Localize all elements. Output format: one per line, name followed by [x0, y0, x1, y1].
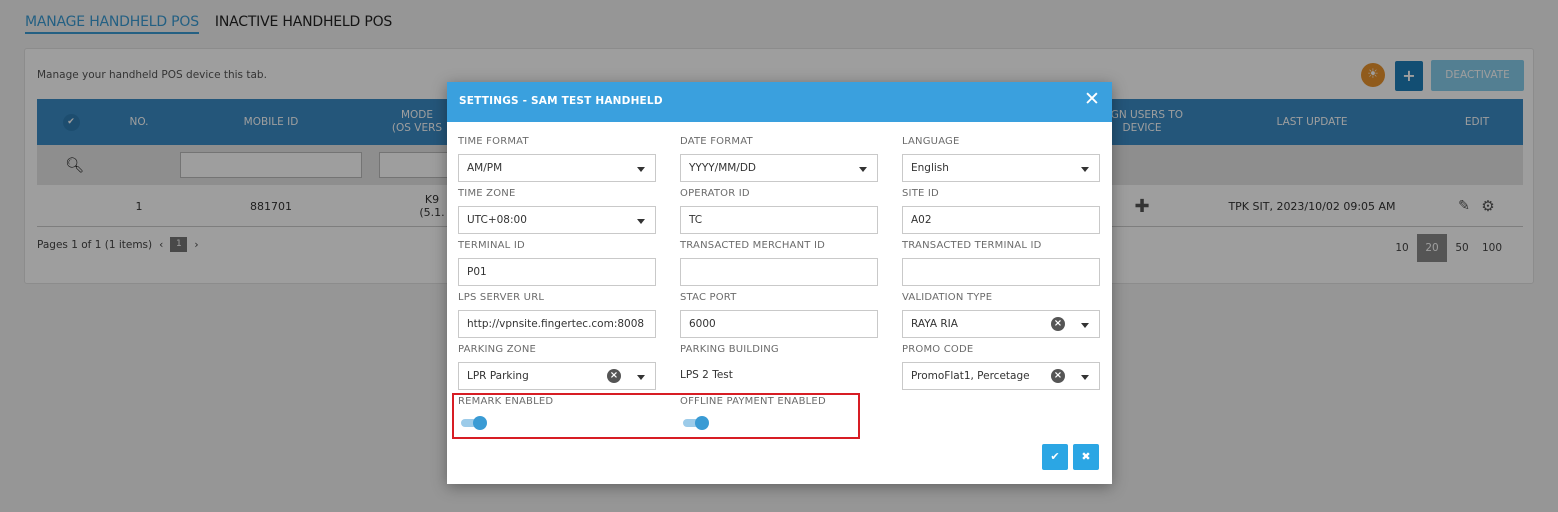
transacted-terminal-id-field: TRANSACTED TERMINAL ID [902, 240, 1100, 286]
terminal-id-input[interactable]: P01 [458, 258, 656, 286]
lps-server-url-field: LPS SERVER URL http://vpnsite.fingertec.… [458, 292, 656, 338]
modal-title: SETTINGS - SAM TEST HANDHELD [459, 95, 663, 107]
chevron-down-icon [1081, 375, 1089, 380]
parking-zone-select[interactable]: LPR Parking × [458, 362, 656, 390]
transacted-merchant-id-field: TRANSACTED MERCHANT ID [680, 240, 878, 286]
promo-code-label: PROMO CODE [902, 344, 974, 355]
validation-type-field: VALIDATION TYPE RAYA RIA × [902, 292, 1100, 338]
confirm-button[interactable]: ✔ [1042, 444, 1068, 470]
language-label: LANGUAGE [902, 136, 960, 147]
time-format-label: TIME FORMAT [458, 136, 529, 147]
promo-code-field: PROMO CODE PromoFlat1, Percetage × [902, 344, 1100, 390]
operator-id-input[interactable]: TC [680, 206, 878, 234]
time-format-field: TIME FORMAT AM/PM [458, 136, 656, 182]
promo-code-select[interactable]: PromoFlat1, Percetage × [902, 362, 1100, 390]
transacted-merchant-id-label: TRANSACTED MERCHANT ID [680, 240, 826, 251]
clear-icon[interactable]: × [1051, 317, 1065, 331]
chevron-down-icon [637, 167, 645, 172]
time-zone-select[interactable]: UTC+08:00 [458, 206, 656, 234]
chevron-down-icon [1081, 323, 1089, 328]
parking-zone-field: PARKING ZONE LPR Parking × [458, 344, 656, 390]
site-id-input[interactable]: A02 [902, 206, 1100, 234]
language-value: English [911, 162, 949, 174]
date-format-field: DATE FORMAT YYYY/MM/DD [680, 136, 878, 182]
lps-server-url-input[interactable]: http://vpnsite.fingertec.com:8008 [458, 310, 656, 338]
terminal-id-field: TERMINAL ID P01 [458, 240, 656, 286]
parking-building-field: PARKING BUILDING LPS 2 Test [680, 344, 878, 390]
parking-building-value: LPS 2 Test [680, 369, 733, 381]
promo-code-value: PromoFlat1, Percetage [911, 370, 1030, 382]
stac-port-field: STAC PORT 6000 [680, 292, 878, 338]
date-format-label: DATE FORMAT [680, 136, 753, 147]
date-format-select[interactable]: YYYY/MM/DD [680, 154, 878, 182]
operator-id-label: OPERATOR ID [680, 188, 750, 199]
time-zone-label: TIME ZONE [458, 188, 516, 199]
time-zone-value: UTC+08:00 [467, 214, 527, 226]
chevron-down-icon [1081, 167, 1089, 172]
time-zone-field: TIME ZONE UTC+08:00 [458, 188, 656, 234]
transacted-terminal-id-label: TRANSACTED TERMINAL ID [902, 240, 1042, 251]
parking-zone-value: LPR Parking [467, 370, 529, 382]
date-format-value: YYYY/MM/DD [689, 162, 757, 174]
time-format-select[interactable]: AM/PM [458, 154, 656, 182]
site-id-label: SITE ID [902, 188, 939, 199]
validation-type-select[interactable]: RAYA RIA × [902, 310, 1100, 338]
language-field: LANGUAGE English [902, 136, 1100, 182]
close-icon[interactable]: ✕ [1082, 90, 1102, 110]
clear-icon[interactable]: × [607, 369, 621, 383]
modal-header: SETTINGS - SAM TEST HANDHELD ✕ [447, 82, 1112, 122]
validation-type-label: VALIDATION TYPE [902, 292, 993, 303]
transacted-terminal-id-input[interactable] [902, 258, 1100, 286]
highlight-box [452, 393, 860, 439]
parking-zone-label: PARKING ZONE [458, 344, 537, 355]
operator-id-field: OPERATOR ID TC [680, 188, 878, 234]
chevron-down-icon [637, 219, 645, 224]
terminal-id-label: TERMINAL ID [458, 240, 525, 251]
clear-icon[interactable]: × [1051, 369, 1065, 383]
stac-port-input[interactable]: 6000 [680, 310, 878, 338]
time-format-value: AM/PM [467, 162, 503, 174]
parking-building-label: PARKING BUILDING [680, 344, 779, 355]
language-select[interactable]: English [902, 154, 1100, 182]
transacted-merchant-id-input[interactable] [680, 258, 878, 286]
cancel-button[interactable]: ✖ [1073, 444, 1099, 470]
validation-type-value: RAYA RIA [911, 318, 958, 330]
site-id-field: SITE ID A02 [902, 188, 1100, 234]
chevron-down-icon [637, 375, 645, 380]
lps-server-url-label: LPS SERVER URL [458, 292, 545, 303]
chevron-down-icon [859, 167, 867, 172]
stac-port-label: STAC PORT [680, 292, 737, 303]
